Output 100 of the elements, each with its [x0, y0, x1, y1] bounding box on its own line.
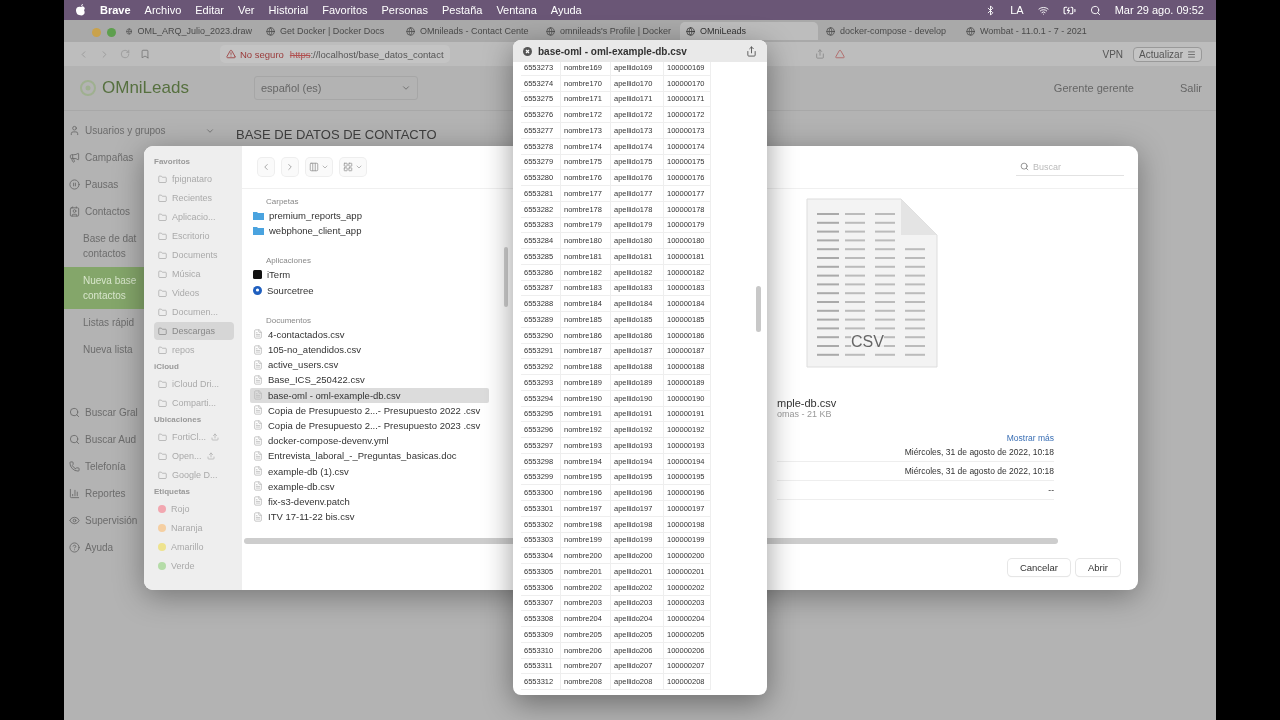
menu-item[interactable]: Pestaña — [442, 4, 483, 16]
scrollbar-thumb[interactable] — [756, 286, 761, 332]
favicon-icon — [966, 26, 975, 36]
file-row[interactable]: webphone_client_app — [250, 223, 489, 239]
file-name: example-db (1).csv — [268, 465, 349, 477]
tag-item[interactable]: Verde — [154, 557, 234, 575]
file-row[interactable]: premium_reports_app — [250, 208, 489, 224]
grid-view-button[interactable] — [340, 158, 366, 176]
file-name: webphone_client_app — [269, 225, 362, 237]
browser-tab[interactable]: OML_ARQ_Julio_2023.draw — [120, 22, 258, 40]
chevron-right-icon — [285, 162, 295, 172]
dialog-sidebar-item[interactable]: Descargas — [154, 322, 234, 340]
tag-item[interactable]: Rojo — [154, 500, 234, 518]
tab-title: OMniLeads — [700, 26, 747, 36]
triangle-icon[interactable] — [834, 49, 845, 59]
file-row[interactable]: 4-contactados.csv — [250, 326, 489, 342]
file-name: iTerm — [267, 269, 291, 281]
reload-icon[interactable] — [120, 49, 130, 59]
dialog-sidebar-item[interactable]: FortiCl... — [154, 428, 234, 446]
file-row[interactable]: iTerm — [250, 267, 489, 283]
sidebar-section-title: Etiquetas — [154, 487, 191, 496]
chevron-left-icon — [261, 162, 271, 172]
menu-item[interactable]: Editar — [195, 4, 224, 16]
close-icon[interactable] — [523, 46, 532, 56]
sidebar-section-title: Favoritos — [154, 157, 191, 166]
vpn-label[interactable]: VPN — [1102, 48, 1124, 60]
share-icon[interactable] — [746, 45, 757, 57]
scrollbar-thumb[interactable] — [504, 247, 508, 307]
browser-tab[interactable]: Wombat - 11.0.1 - 7 - 2021 — [960, 22, 1098, 40]
dialog-button[interactable]: Abrir — [1075, 558, 1120, 576]
search-icon — [1020, 162, 1029, 171]
file-name: 4-contactados.csv — [268, 328, 345, 340]
minimize-window-button[interactable] — [92, 28, 101, 37]
section-title: Carpetas — [265, 197, 300, 206]
back-button[interactable] — [258, 158, 274, 176]
sidebar-item[interactable]: Usuarios y grupos — [64, 117, 220, 144]
file-row[interactable]: docker-compose-devenv.yml — [250, 433, 489, 449]
forward-button[interactable] — [282, 158, 298, 176]
logout-link[interactable]: Salir — [1180, 82, 1202, 94]
browser-tab[interactable]: OMnileads - Contact Cente — [400, 22, 538, 40]
file-row[interactable]: Copia de Presupuesto 2...- Presupuesto 2023 .csv — [250, 417, 489, 434]
file-row[interactable]: example-db.csv — [250, 478, 489, 494]
menu-item[interactable]: Ventana — [496, 4, 537, 16]
dialog-sidebar-item[interactable]: repos — [154, 341, 234, 359]
file-row[interactable]: Sourcetree — [250, 282, 489, 298]
file-icon — [253, 405, 263, 416]
file-name: docker-compose-devenv.yml — [268, 435, 389, 447]
dialog-sidebar-item[interactable]: Escritorio — [154, 227, 234, 245]
file-row[interactable]: Entrevista_laboral_-_Preguntas_basicas.doc — [250, 448, 489, 464]
dialog-sidebar-item[interactable]: Comparti... — [154, 394, 234, 412]
tag-item[interactable]: Amarillo — [154, 538, 234, 556]
menu-item[interactable]: Historial — [268, 4, 309, 16]
browser-tab[interactable]: OMniLeads — [680, 22, 818, 40]
dialog-sidebar-item[interactable]: Documents — [154, 246, 234, 264]
file-row[interactable]: example-db (1).csv — [250, 463, 489, 479]
dialog-sidebar-item[interactable]: Open... — [154, 447, 234, 465]
favicon-icon — [826, 26, 835, 36]
browser-tab[interactable]: Get Docker | Docker Docs — [260, 22, 398, 40]
menu-clock[interactable]: Mar 29 ago. 09:52 — [1114, 4, 1204, 16]
menu-item[interactable]: Ayuda — [550, 4, 582, 16]
dialog-sidebar-item[interactable]: Google D... — [154, 466, 234, 484]
menu-item[interactable]: Archivo — [144, 4, 182, 16]
browser-tab[interactable]: docker-compose - develop — [820, 22, 958, 40]
menu-item[interactable]: Favoritos — [322, 4, 368, 16]
file-row[interactable]: Copia de Presupuesto 2...- Presupuesto 2022 .csv — [250, 402, 489, 418]
dialog-sidebar-item[interactable]: fpignataro — [154, 170, 234, 188]
file-row[interactable]: active_users.csv — [250, 357, 489, 373]
zoom-window-button[interactable] — [107, 28, 116, 37]
section-title: Documentos — [265, 315, 312, 325]
folder-icon — [158, 432, 167, 442]
bookmark-icon[interactable] — [140, 49, 150, 59]
menu-app-name[interactable]: Brave — [100, 4, 131, 16]
search-icon[interactable] — [1089, 4, 1101, 16]
wifi-icon[interactable] — [1037, 4, 1049, 16]
dialog-sidebar-item[interactable]: Recientes — [154, 189, 234, 207]
megaphone-icon — [69, 152, 80, 163]
dialog-sidebar-item[interactable]: Aplicacio... — [154, 208, 234, 226]
tab-title: OML_ARQ_Julio_2023.draw — [137, 26, 252, 36]
phone-icon — [69, 461, 80, 472]
update-button[interactable]: Actualizar — [1133, 46, 1202, 62]
dialog-button[interactable]: Cancelar — [1007, 558, 1070, 576]
language-select[interactable]: español (es) — [254, 76, 418, 100]
menu-item[interactable]: Personas — [381, 4, 428, 16]
tag-item[interactable]: Naranja — [154, 519, 234, 537]
show-more-link[interactable]: Mostrar más — [1006, 433, 1054, 443]
column-view-button[interactable] — [306, 158, 332, 176]
file-row[interactable]: fix-s3-devenv.patch — [250, 493, 489, 509]
apple-icon[interactable] — [76, 4, 86, 16]
file-row[interactable]: Base_ICS_250422.csv — [250, 372, 489, 388]
input-source-indicator[interactable]: LA — [1010, 4, 1024, 16]
file-row[interactable]: base-oml - oml-example-db.csv — [250, 387, 489, 403]
file-icon — [253, 481, 263, 492]
file-row[interactable]: ITV 17-11-22 bis.csv — [250, 509, 489, 525]
menu-item[interactable]: Ver — [238, 4, 255, 16]
dialog-sidebar-item[interactable]: iCloud Dri... — [154, 375, 234, 393]
address-field[interactable]: No seguro https://localhost/base_datos_contact — [220, 45, 450, 63]
detail-value: -- — [777, 481, 1054, 500]
file-row[interactable]: 105-no_atendidos.csv — [250, 341, 489, 358]
browser-tab[interactable]: omnileads's Profile | Docker — [540, 22, 678, 40]
chevron-icon — [401, 83, 411, 93]
